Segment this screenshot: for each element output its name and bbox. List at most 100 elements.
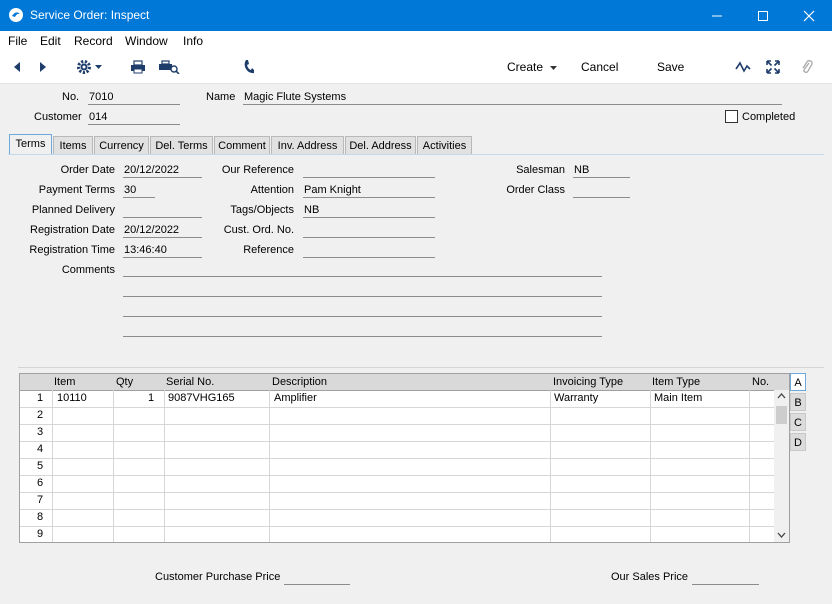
- comments-line-1[interactable]: [123, 263, 602, 277]
- menu-edit[interactable]: Edit: [40, 34, 61, 48]
- create-label: Create: [507, 60, 544, 74]
- maximize-button[interactable]: [740, 0, 786, 31]
- our-sales-price-field[interactable]: [692, 571, 759, 585]
- name-field[interactable]: Magic Flute Systems: [243, 91, 782, 105]
- scroll-thumb[interactable]: [776, 406, 787, 424]
- description-cell[interactable]: Amplifier: [274, 392, 317, 404]
- table-row[interactable]: 9: [20, 526, 774, 542]
- table-row[interactable]: 5: [20, 458, 774, 476]
- registration-time-label: Registration Time: [29, 244, 115, 256]
- payment-terms-field[interactable]: 30: [123, 184, 155, 198]
- create-button[interactable]: Create: [507, 60, 558, 74]
- table-row[interactable]: 6: [20, 475, 774, 493]
- attachment-button[interactable]: [798, 59, 816, 75]
- order-date-label: Order Date: [60, 164, 115, 176]
- previous-record-button[interactable]: [10, 59, 24, 75]
- column-header-serial-no: Serial No.: [166, 376, 215, 388]
- item-type-cell[interactable]: Main Item: [654, 392, 702, 404]
- no-label: No.: [62, 91, 80, 103]
- menu-file[interactable]: File: [8, 34, 27, 48]
- grid-tab-b[interactable]: B: [790, 393, 806, 411]
- attention-field[interactable]: Pam Knight: [303, 184, 435, 198]
- phone-icon: [244, 60, 254, 74]
- grid-scrollbar[interactable]: [774, 390, 789, 542]
- tab-items[interactable]: Items: [53, 136, 93, 154]
- next-record-button[interactable]: [36, 59, 50, 75]
- qty-cell[interactable]: 1: [148, 392, 154, 404]
- gear-icon: [76, 60, 91, 74]
- reference-label: Reference: [243, 244, 294, 256]
- planned-delivery-label: Planned Delivery: [31, 204, 115, 216]
- fullscreen-button[interactable]: [764, 59, 782, 75]
- order-class-field[interactable]: [573, 184, 630, 198]
- row-number: 3: [37, 426, 44, 438]
- save-button[interactable]: Save: [657, 60, 684, 74]
- menu-window[interactable]: Window: [125, 34, 168, 48]
- scroll-down-icon[interactable]: [777, 532, 786, 538]
- window-title: Service Order: Inspect: [30, 8, 150, 22]
- printer-icon: [131, 60, 145, 74]
- section-divider: [18, 367, 824, 368]
- grid-tab-a[interactable]: A: [790, 373, 806, 391]
- table-row[interactable]: 3: [20, 424, 774, 442]
- column-header-no: No.: [752, 376, 770, 388]
- row-number: 2: [37, 409, 44, 421]
- phone-button[interactable]: [241, 59, 257, 75]
- tags-objects-label: Tags/Objects: [230, 204, 294, 216]
- completed-checkbox[interactable]: [725, 110, 738, 123]
- comments-line-3[interactable]: [123, 303, 602, 317]
- our-reference-label: Our Reference: [221, 164, 294, 176]
- cust-ord-no-field[interactable]: [303, 224, 435, 238]
- column-header-invoicing-type: Invoicing Type: [553, 376, 624, 388]
- comments-line-2[interactable]: [123, 283, 602, 297]
- grid-tab-c[interactable]: C: [790, 413, 806, 431]
- tab-del-address[interactable]: Del. Address: [345, 136, 416, 154]
- reference-field[interactable]: [303, 244, 435, 258]
- table-row[interactable]: 8: [20, 509, 774, 527]
- tab-terms[interactable]: Terms: [9, 134, 52, 155]
- table-row[interactable]: 4: [20, 441, 774, 459]
- tab-currency[interactable]: Currency: [94, 136, 149, 154]
- minimize-button[interactable]: [694, 0, 740, 31]
- no-field[interactable]: 7010: [88, 91, 180, 105]
- table-row[interactable]: 2: [20, 407, 774, 425]
- cancel-button[interactable]: Cancel: [581, 60, 618, 74]
- close-button[interactable]: [786, 0, 832, 31]
- salesman-field[interactable]: NB: [573, 164, 630, 178]
- table-row[interactable]: 7: [20, 492, 774, 510]
- our-reference-field[interactable]: [303, 164, 435, 178]
- operations-menu-button[interactable]: [74, 59, 104, 75]
- row-number: 8: [37, 511, 44, 523]
- row-number: 4: [37, 443, 44, 455]
- table-row[interactable]: 1 10110 1 9087VHG165 Amplifier Warranty …: [20, 390, 774, 408]
- tab-comment[interactable]: Comment: [214, 136, 270, 154]
- print-preview-icon: [159, 60, 180, 74]
- salesman-label: Salesman: [516, 164, 565, 176]
- print-button[interactable]: [129, 59, 147, 75]
- item-cell[interactable]: 10110: [57, 392, 87, 404]
- customer-field[interactable]: 014: [88, 111, 180, 125]
- tab-del-terms[interactable]: Del. Terms: [150, 136, 213, 154]
- menu-info[interactable]: Info: [183, 34, 203, 48]
- scroll-up-icon[interactable]: [777, 393, 786, 399]
- cust-ord-no-label: Cust. Ord. No.: [223, 224, 294, 236]
- column-header-item-type: Item Type: [652, 376, 701, 388]
- column-header-description: Description: [272, 376, 328, 388]
- expand-icon: [766, 60, 780, 74]
- customer-purchase-price-field[interactable]: [284, 571, 350, 585]
- grid-tab-d[interactable]: D: [790, 433, 806, 451]
- serial-no-cell[interactable]: 9087VHG165: [168, 392, 235, 404]
- chevron-down-icon: [550, 66, 558, 70]
- tags-objects-field[interactable]: NB: [303, 204, 435, 218]
- tab-activities[interactable]: Activities: [417, 136, 472, 154]
- app-logo-icon: [9, 8, 23, 22]
- tab-inv-address[interactable]: Inv. Address: [271, 136, 344, 154]
- activity-button[interactable]: [734, 59, 752, 75]
- row-number: 9: [37, 528, 44, 540]
- print-preview-button[interactable]: [157, 59, 181, 75]
- menu-record[interactable]: Record: [74, 34, 113, 48]
- invoicing-type-cell[interactable]: Warranty: [554, 392, 598, 404]
- comments-line-4[interactable]: [123, 323, 602, 337]
- row-number: 5: [37, 460, 44, 472]
- items-grid[interactable]: Item Qty Serial No. Description Invoicin…: [19, 373, 790, 543]
